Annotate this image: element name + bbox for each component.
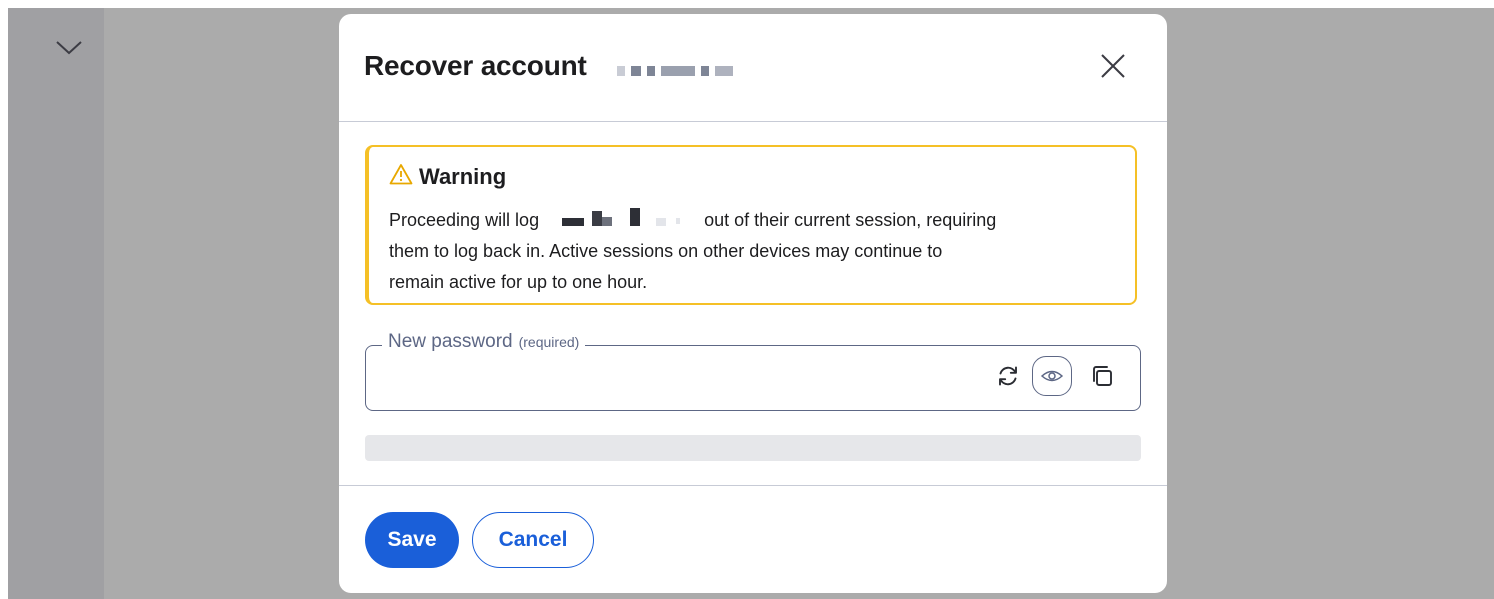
close-icon[interactable]: [1097, 50, 1129, 82]
eye-icon[interactable]: [1032, 356, 1072, 396]
warning-triangle-icon: [389, 163, 413, 190]
password-field-legend: New password (required): [382, 331, 586, 353]
warning-text-before: Proceeding will log: [389, 210, 540, 230]
cancel-button[interactable]: Cancel: [472, 512, 594, 568]
chevron-down-icon[interactable]: [53, 32, 85, 64]
new-password-field: New password (required): [365, 331, 1141, 411]
refresh-icon[interactable]: [988, 356, 1028, 396]
warning-text-line3: remain active for up to one hour.: [389, 272, 648, 292]
warning-title: Warning: [419, 163, 507, 189]
warning-message: Proceeding will log out of their current…: [389, 205, 1109, 298]
dialog-header: Recover account: [339, 14, 1167, 122]
warning-heading: Warning: [389, 163, 506, 190]
warning-text-after: out of their current session, requiring: [704, 210, 997, 230]
left-rail: [8, 8, 104, 599]
copy-icon[interactable]: [1082, 356, 1122, 396]
redacted-account-name: [617, 66, 733, 78]
recover-account-dialog: Recover account Warning Proceeding will …: [339, 14, 1167, 593]
redacted-user-name: [544, 208, 699, 230]
save-button[interactable]: Save: [365, 512, 459, 568]
dialog-footer: Save Cancel: [339, 485, 1167, 593]
password-input[interactable]: [380, 360, 984, 396]
password-label: New password: [388, 331, 513, 352]
required-hint: (required): [518, 334, 580, 350]
password-strength-bar: [365, 435, 1141, 461]
warning-alert: Warning Proceeding will log out of their…: [365, 145, 1137, 305]
warning-text-line2: them to log back in. Active sessions on …: [389, 241, 943, 261]
dialog-title: Recover account: [364, 50, 587, 81]
